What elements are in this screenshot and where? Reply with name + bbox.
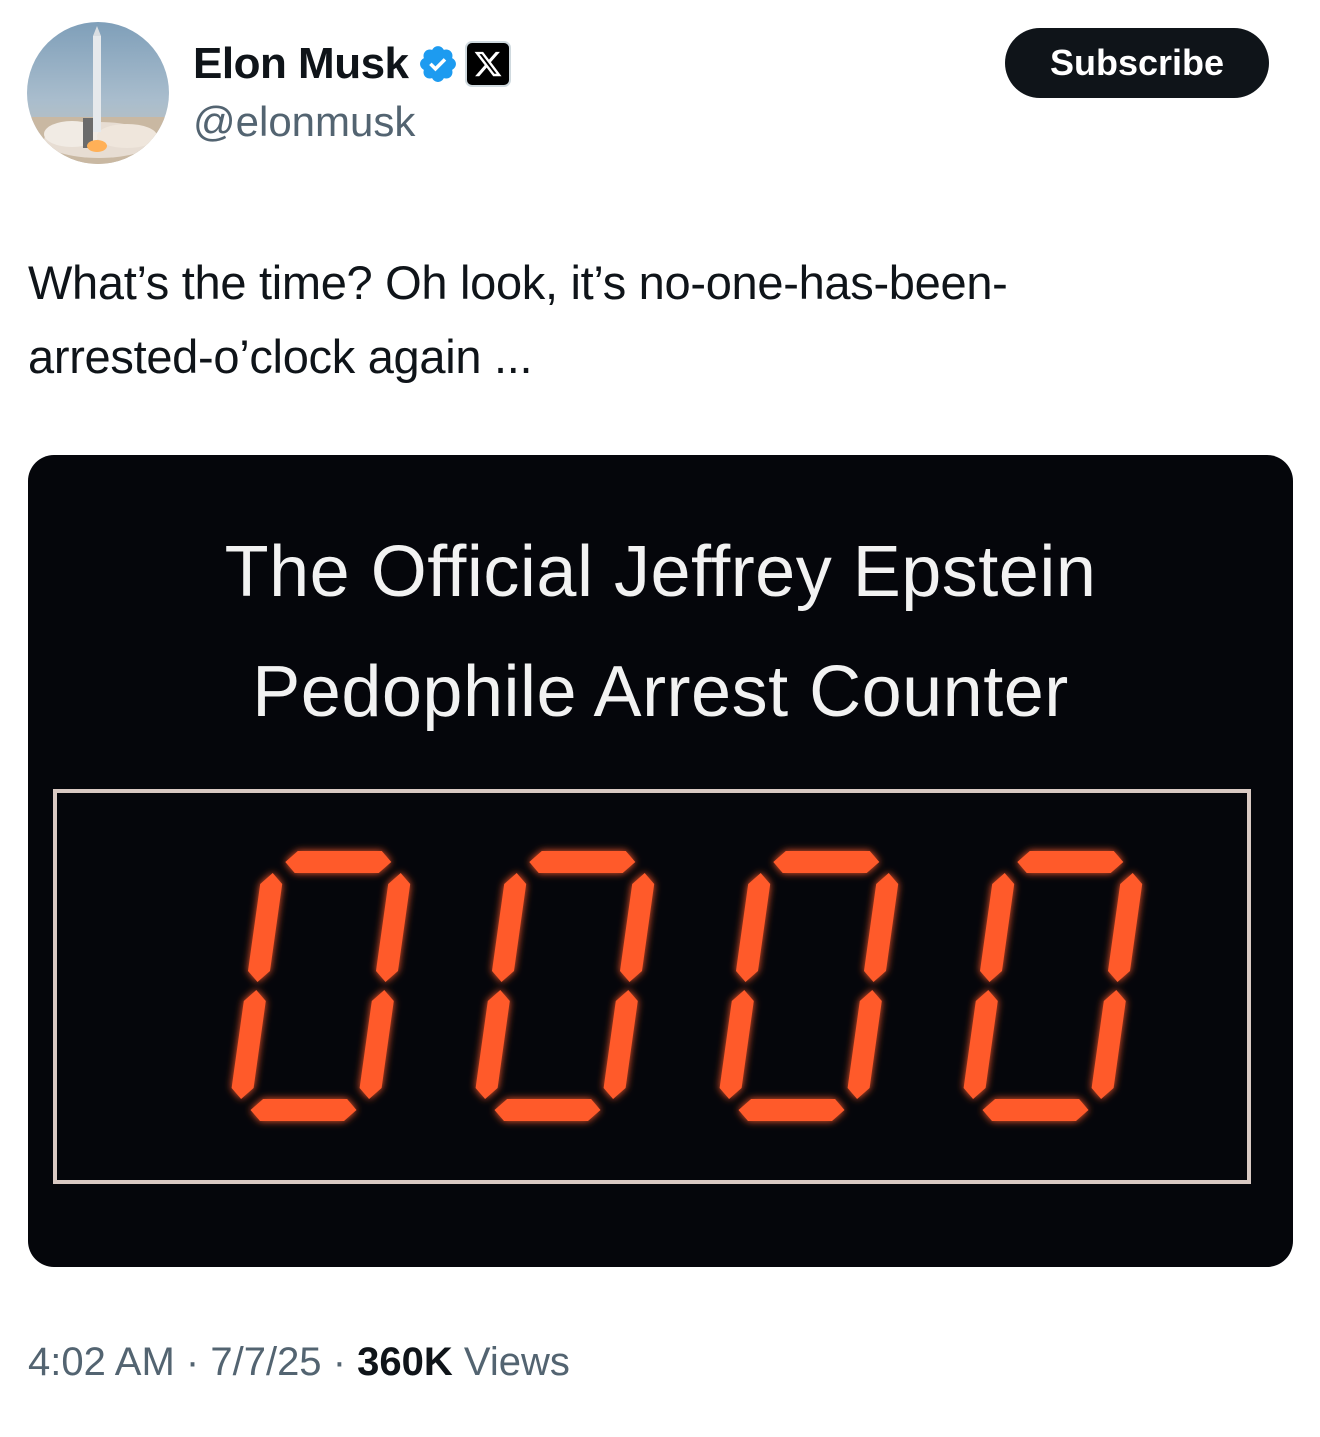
digit-segment-a: [285, 851, 392, 873]
counter-display: [231, 851, 1143, 1121]
digit-segment-c: [1091, 990, 1126, 1099]
author-handle[interactable]: @elonmusk: [193, 98, 415, 146]
digit-segment-d: [250, 1099, 357, 1121]
verified-badge-icon[interactable]: [417, 43, 459, 85]
digit-segment-b: [376, 873, 411, 982]
digit-segment-a: [773, 851, 880, 873]
counter-digit: [963, 851, 1143, 1121]
tweet-text: What’s the time? Oh look, it’s no-one-ha…: [28, 246, 1288, 394]
tweet-text-line-1: What’s the time? Oh look, it’s no-one-ha…: [28, 256, 1008, 309]
digit-segment-c: [359, 990, 394, 1099]
digit-segment-d: [738, 1099, 845, 1121]
digit-segment-d: [494, 1099, 601, 1121]
avatar[interactable]: [27, 22, 169, 164]
digit-segment-f: [492, 873, 527, 982]
meta-separator: ·: [185, 1340, 200, 1384]
rocket-launch-avatar: [27, 26, 169, 164]
meme-title-line-2: Pedophile Arrest Counter: [252, 652, 1069, 732]
digit-segment-a: [1017, 851, 1124, 873]
views-label: Views: [463, 1340, 570, 1384]
subscribe-button[interactable]: Subscribe: [1005, 28, 1269, 98]
x-logo-icon[interactable]: [464, 41, 511, 87]
meta-separator: ·: [332, 1340, 347, 1384]
views-count: 360K: [357, 1340, 453, 1384]
tweet-date[interactable]: 7/7/25: [210, 1340, 321, 1384]
digit-segment-e: [719, 990, 754, 1099]
meme-title-line-1: The Official Jeffrey Epstein: [224, 532, 1097, 612]
digit-segment-b: [620, 873, 655, 982]
digit-segment-f: [736, 873, 771, 982]
meme-title: The Official Jeffrey Epstein Pedophile A…: [28, 512, 1293, 752]
counter-frame: [53, 789, 1251, 1184]
tweet-time[interactable]: 4:02 AM: [28, 1340, 175, 1384]
digit-segment-f: [980, 873, 1015, 982]
tweet-text-line-2: arrested-o’clock again ...: [28, 330, 533, 383]
digit-segment-a: [529, 851, 636, 873]
digit-segment-e: [231, 990, 266, 1099]
tweet-meta: 4:02 AM · 7/7/25 · 360K Views: [28, 1340, 570, 1385]
digit-segment-e: [963, 990, 998, 1099]
digit-segment-c: [603, 990, 638, 1099]
counter-digit: [475, 851, 655, 1121]
digit-segment-c: [847, 990, 882, 1099]
digit-segment-d: [982, 1099, 1089, 1121]
digit-segment-e: [475, 990, 510, 1099]
counter-digit: [719, 851, 899, 1121]
author-name-row: Elon Musk: [193, 34, 511, 94]
tweet-media-image[interactable]: The Official Jeffrey Epstein Pedophile A…: [28, 455, 1293, 1267]
digit-segment-b: [1108, 873, 1143, 982]
digit-segment-f: [248, 873, 283, 982]
digit-segment-b: [864, 873, 899, 982]
author-display-name[interactable]: Elon Musk: [193, 39, 409, 89]
counter-digit: [231, 851, 411, 1121]
